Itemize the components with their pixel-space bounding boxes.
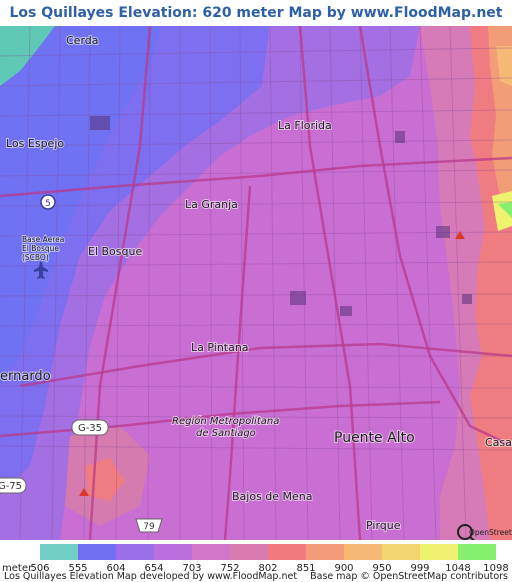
legend-swatch (116, 544, 154, 560)
legend-swatch (268, 544, 306, 560)
legend-swatch (154, 544, 192, 560)
place-base-aerea-line2: El Bosque (22, 244, 59, 253)
place-base-aerea-line3: (SCBO) (22, 253, 49, 262)
place-pirque: Pirque (366, 519, 401, 532)
place-la-florida: La Florida (278, 119, 332, 132)
credit-floodmap: Los Quillayes Elevation Map developed by… (4, 571, 298, 582)
place-los-espejo: Los Espejo (6, 137, 64, 150)
g35-label: G-35 (78, 423, 102, 434)
place-la-granja: La Granja (185, 198, 238, 211)
legend-swatch (230, 544, 268, 560)
elevation-map[interactable]: Cerda Los Espejo La Florida La Granja El… (0, 26, 512, 540)
legend-swatch (192, 544, 230, 560)
elevation-legend: meter 506 555 604 654 703 752 802 851 900 950 999 1… (0, 540, 512, 582)
legend-swatch (78, 544, 116, 560)
legend-swatch (420, 544, 458, 560)
route-79-shield: 79 (135, 518, 163, 533)
osm-logo-label: OpenStreetMap (469, 528, 512, 537)
place-casas: Casas (485, 436, 512, 449)
place-cerda: Cerda (66, 34, 99, 47)
legend-swatch (40, 544, 78, 560)
legend-swatch (382, 544, 420, 560)
place-base-aerea-line1: Base Aerea (22, 235, 64, 244)
legend-swatch (344, 544, 382, 560)
place-puente-alto: Puente Alto (334, 430, 415, 446)
place-san-bernardo: ernardo (0, 369, 51, 384)
legend-swatch (458, 544, 496, 560)
route-5-label: 5 (45, 199, 51, 209)
credit-osm: Base map © OpenStreetMap contributors (310, 571, 508, 582)
g75-label: G-75 (0, 481, 22, 492)
place-la-pintana: La Pintana (191, 341, 249, 354)
route-5-shield: 5 (40, 194, 56, 210)
place-region-line1: Región Metropolitana (172, 415, 279, 427)
route-79-label: 79 (143, 522, 155, 532)
map-title: Los Quillayes Elevation: 620 meter Map b… (9, 5, 503, 47)
place-el-bosque: El Bosque (88, 245, 142, 258)
g75-shield: G-75 (0, 477, 27, 494)
g35-shield: G-35 (71, 419, 109, 436)
place-region-line2: de Santiago (196, 428, 256, 439)
place-bajos-de-mena: Bajos de Mena (232, 490, 313, 503)
legend-swatch (306, 544, 344, 560)
